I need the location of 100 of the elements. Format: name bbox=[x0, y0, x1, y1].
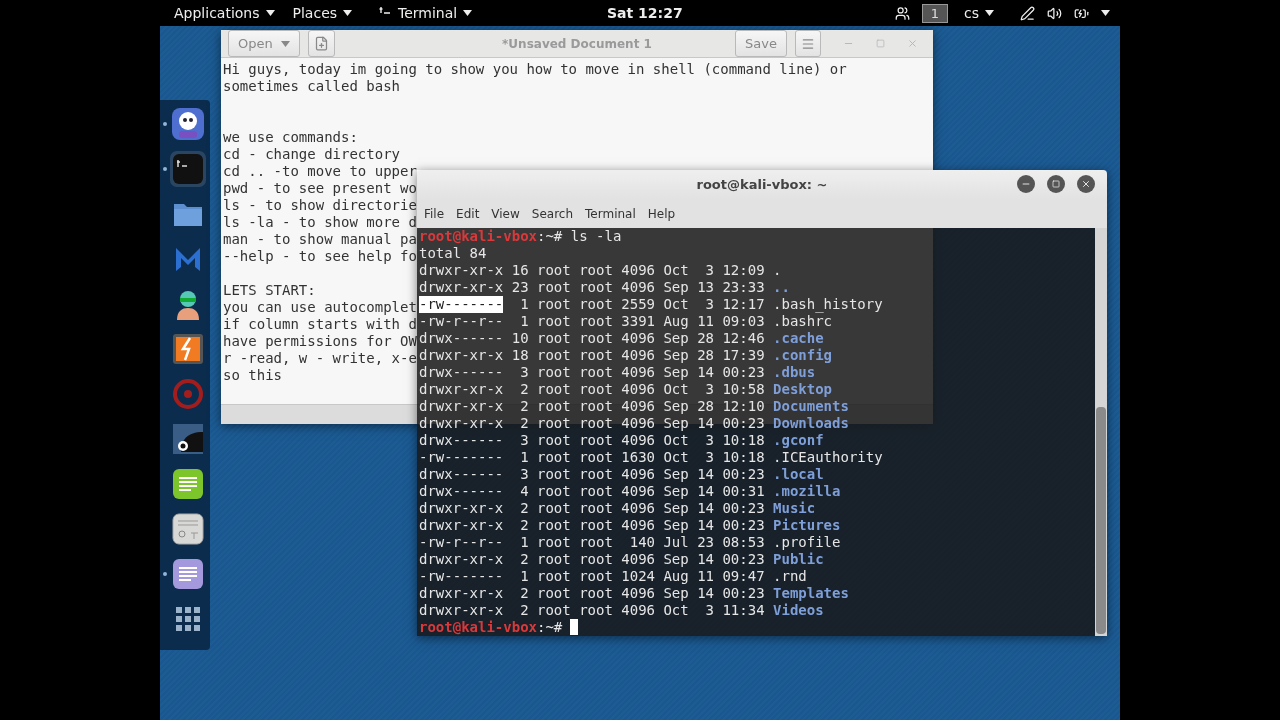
text-line: --help - to see help fo bbox=[223, 248, 417, 265]
menu-item[interactable]: Terminal bbox=[581, 206, 640, 221]
people-icon[interactable] bbox=[894, 5, 910, 21]
permissions-text: drwxr-xr-x bbox=[419, 602, 504, 619]
menu-item[interactable]: File bbox=[420, 206, 449, 221]
text-line: you can use autocomplet bbox=[223, 299, 417, 316]
file-name: Templates bbox=[773, 585, 849, 602]
permissions-text: drwxr-xr-x bbox=[419, 262, 504, 279]
text-line: sometimes called bash bbox=[223, 78, 400, 95]
file-name: Desktop bbox=[773, 381, 833, 398]
close-icon bbox=[1081, 179, 1091, 189]
top-menu[interactable]: Places bbox=[288, 5, 357, 21]
permissions-text: -rw------- bbox=[419, 296, 504, 313]
text-line: ls - to show directorie bbox=[223, 197, 417, 214]
file-details: 10 root root 4096 Sep 28 12:46 bbox=[510, 330, 765, 347]
text-line: so this bbox=[223, 367, 282, 384]
file-name: .profile bbox=[773, 534, 841, 551]
file-details: 1 root root 140 Jul 23 08:53 bbox=[519, 534, 765, 551]
permissions-text: drwx------ bbox=[419, 466, 504, 483]
terminal-icon[interactable] bbox=[171, 152, 205, 186]
file-details: 2 root root 4096 Sep 14 00:23 bbox=[519, 500, 765, 517]
robot-icon[interactable] bbox=[171, 107, 205, 141]
permissions-text: drwxr-xr-x bbox=[419, 347, 504, 364]
file-details: 2 root root 4096 Oct 3 10:58 bbox=[519, 381, 765, 398]
permissions-text: drwxr-xr-x bbox=[419, 500, 504, 517]
file-name: .rnd bbox=[773, 568, 807, 585]
text-line: r -read, w - write, x-e bbox=[223, 350, 417, 367]
new-document-button[interactable] bbox=[307, 30, 335, 57]
file-name: .mozilla bbox=[773, 483, 841, 500]
file-details: 4 root root 4096 Sep 14 00:31 bbox=[519, 483, 765, 500]
caret-icon bbox=[463, 10, 473, 16]
lightning-icon[interactable] bbox=[171, 332, 205, 366]
menu-item[interactable]: Search bbox=[527, 206, 578, 221]
text-line: LETS START: bbox=[223, 282, 316, 299]
file-details: 3 root root 4096 Sep 14 00:23 bbox=[519, 466, 765, 483]
close-button[interactable] bbox=[1077, 175, 1095, 193]
menu-item[interactable]: View bbox=[487, 206, 524, 221]
workspace-indicator[interactable]: 1 bbox=[921, 3, 948, 23]
minimize-button[interactable] bbox=[1017, 175, 1035, 193]
file-name: Downloads bbox=[773, 415, 849, 432]
caret-icon bbox=[985, 10, 994, 16]
menu-icon bbox=[801, 36, 815, 51]
file-details: 2 root root 4096 Oct 3 11:34 bbox=[519, 602, 765, 619]
permissions-text: drwxr-xr-x bbox=[419, 517, 504, 534]
permissions-text: drwx------ bbox=[419, 483, 504, 500]
window-title: *Unsaved Document 1 bbox=[502, 36, 652, 51]
clock[interactable]: Sat 12:27 bbox=[607, 5, 683, 21]
file-name: .config bbox=[773, 347, 833, 364]
text-line: Hi guys, today im going to show you how to move in shell (command line) or bbox=[223, 61, 847, 78]
permissions-text: drwxr-xr-x bbox=[419, 415, 504, 432]
permissions-text: drwxr-xr-x bbox=[419, 279, 504, 296]
document-icon[interactable] bbox=[171, 557, 205, 591]
dock-launcher[interactable] bbox=[161, 151, 209, 187]
prompt-user-host: root@kali-vbox bbox=[419, 228, 537, 245]
file-name: .ICEauthority bbox=[773, 449, 883, 466]
menu-item[interactable]: Edit bbox=[452, 206, 484, 221]
prompt-path: :~# bbox=[537, 619, 563, 636]
file-details: 3 root root 4096 Oct 3 10:18 bbox=[519, 432, 765, 449]
file-details: 16 root root 4096 Oct 3 12:09 bbox=[510, 262, 765, 279]
pen-icon[interactable] bbox=[1020, 5, 1035, 21]
prompt-path: :~# bbox=[537, 228, 563, 245]
permissions-text: drwx------ bbox=[419, 364, 504, 381]
permissions-text: -rw------- bbox=[419, 449, 504, 466]
target-icon bbox=[171, 377, 205, 411]
caret-icon bbox=[343, 10, 353, 16]
file-details: 1 root root 2559 Oct 3 12:17 bbox=[519, 296, 765, 313]
file-name: Documents bbox=[773, 398, 849, 415]
file-details: 2 root root 4096 Sep 14 00:23 bbox=[519, 517, 765, 534]
scrollbar[interactable] bbox=[1095, 228, 1107, 636]
permissions-text: drwxr-xr-x bbox=[419, 398, 504, 415]
file-details: 2 root root 4096 Sep 14 00:23 bbox=[519, 415, 765, 432]
file-name: .local bbox=[773, 466, 824, 483]
prompt-user-host: root@kali-vbox bbox=[419, 619, 537, 636]
text-line: man - to show manual pa bbox=[223, 231, 417, 248]
text-line: ls -la - to show more d bbox=[223, 214, 417, 231]
volume-icon[interactable] bbox=[1047, 5, 1062, 21]
file-name: Videos bbox=[773, 602, 824, 619]
file-details: 2 root root 4096 Sep 14 00:23 bbox=[519, 585, 765, 602]
file-name: .bash_history bbox=[773, 296, 883, 313]
caret-icon bbox=[280, 40, 290, 47]
file-name: Pictures bbox=[773, 517, 841, 534]
keyboard-layout-menu[interactable]: cs bbox=[960, 5, 998, 21]
menu-item[interactable]: Help bbox=[643, 206, 680, 221]
permissions-text: drwxr-xr-x bbox=[419, 551, 504, 568]
permissions-text: -rw------- bbox=[419, 568, 504, 585]
notes-icon[interactable] bbox=[171, 467, 205, 501]
text-line: we use commands: bbox=[223, 129, 358, 146]
permissions-text: drwxr-xr-x bbox=[419, 381, 504, 398]
permissions-text: -rw-r--r-- bbox=[419, 313, 504, 330]
maximize-button[interactable] bbox=[1047, 175, 1065, 193]
top-menu[interactable]: Terminal bbox=[374, 5, 477, 21]
file-name: Public bbox=[773, 551, 824, 568]
new-document-icon bbox=[313, 36, 329, 51]
scrollbar-thumb[interactable] bbox=[1096, 407, 1106, 634]
creature-icon[interactable] bbox=[171, 422, 205, 456]
permissions-text: drwx------ bbox=[419, 432, 504, 449]
file-details: 3 root root 4096 Sep 14 00:23 bbox=[519, 364, 765, 381]
top-menu[interactable]: Applications bbox=[170, 5, 279, 21]
keypad-icon[interactable] bbox=[171, 512, 205, 546]
text-line: have permissions for OW bbox=[223, 333, 417, 350]
